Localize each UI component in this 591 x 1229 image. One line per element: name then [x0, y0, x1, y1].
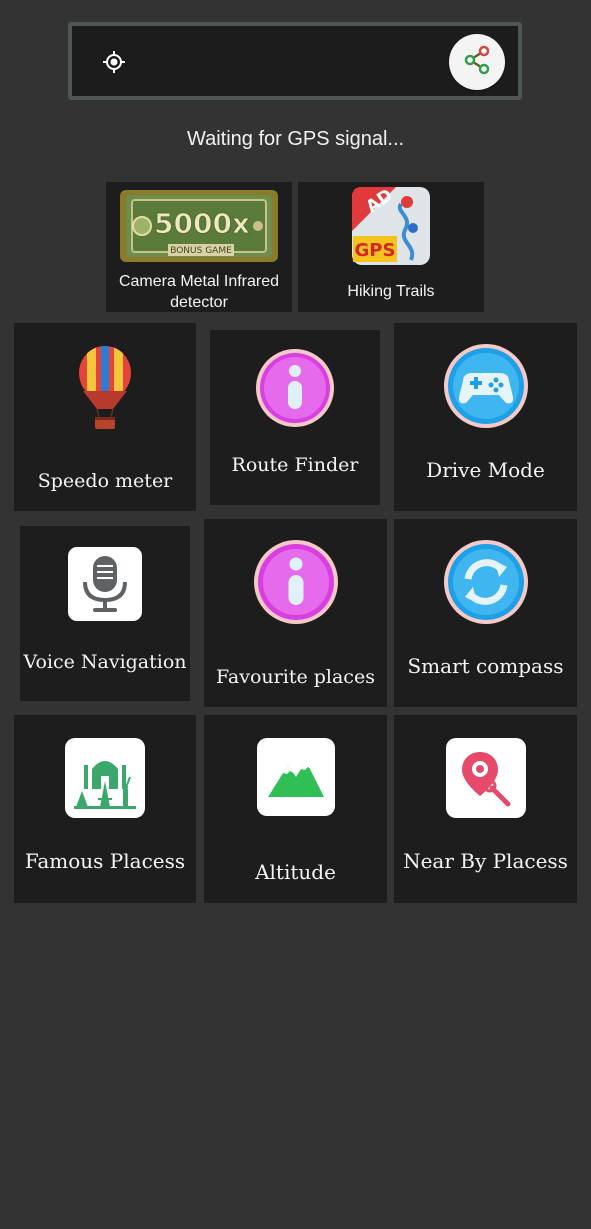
search-bar[interactable] — [68, 22, 522, 100]
hot-air-balloon-icon — [77, 345, 133, 436]
gps-map-app-icon: AD GPS — [351, 185, 431, 271]
info-icon — [253, 539, 339, 630]
tile-label: Route Finder — [231, 454, 359, 476]
tile-label: Altitude — [255, 860, 336, 884]
tile-route-finder[interactable]: Route Finder — [210, 330, 380, 505]
tile-near-by-places[interactable]: Near By Placess — [394, 715, 577, 903]
share-icon — [461, 44, 493, 81]
tile-famous-places[interactable]: Famous Placess — [14, 715, 196, 903]
tile-label: Drive Mode — [426, 458, 545, 482]
microphone-icon — [68, 547, 142, 621]
share-button[interactable] — [449, 34, 505, 90]
refresh-icon — [443, 539, 529, 630]
gamepad-icon — [443, 343, 529, 434]
tile-label: Smart compass — [407, 654, 564, 678]
svg-text:BONUS GAME: BONUS GAME — [170, 246, 232, 256]
gps-status-text: Waiting for GPS signal... — [186, 128, 405, 150]
tile-drive-mode[interactable]: Drive Mode — [394, 323, 577, 511]
tile-speedo-meter[interactable]: Speedo meter — [14, 323, 196, 511]
location-search-icon — [445, 738, 526, 818]
crosshair-icon[interactable] — [102, 50, 126, 74]
tile-label: Famous Placess — [24, 849, 186, 873]
bonus-ticket-icon: 5000x BONUS GAME — [118, 186, 280, 271]
info-icon — [255, 348, 335, 433]
tile-smart-compass[interactable]: Smart compass — [394, 519, 577, 707]
ad-label: Camera Metal Infrared detector — [118, 273, 280, 311]
ad-label: Hiking Trails — [347, 283, 435, 300]
tile-altitude[interactable]: Altitude — [204, 715, 387, 903]
ad-card-camera-detector[interactable]: 5000x BONUS GAME Camera Metal Infrared d… — [106, 182, 292, 312]
ad-card-hiking-trails[interactable]: AD GPS Hiking Trails — [298, 182, 484, 312]
tile-label: Voice Navigation — [23, 651, 187, 673]
tile-label: Speedo meter — [37, 470, 173, 492]
svg-text:GPS: GPS — [355, 240, 396, 261]
mountain-icon — [256, 738, 335, 816]
svg-text:5000x: 5000x — [154, 207, 250, 240]
tile-voice-navigation[interactable]: Voice Navigation — [20, 526, 190, 701]
tile-label: Near By Placess — [403, 849, 568, 873]
tile-favourite-places[interactable]: Favourite places — [204, 519, 387, 707]
tile-label: Favourite places — [216, 666, 375, 688]
landmarks-icon — [65, 738, 145, 818]
